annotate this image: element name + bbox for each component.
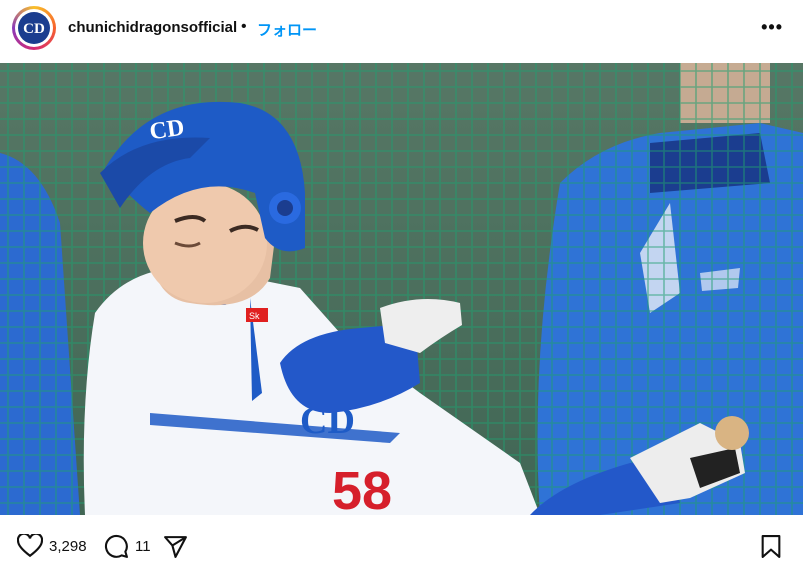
more-options-icon[interactable]: ••• — [761, 17, 783, 38]
avatar[interactable]: CD — [12, 6, 56, 50]
comment-icon[interactable] — [104, 534, 129, 559]
svg-text:Sk: Sk — [249, 311, 260, 321]
svg-text:CD: CD — [23, 21, 45, 37]
bookmark-group — [760, 534, 782, 559]
action-bar: 3,298 11 — [0, 515, 803, 568]
share-icon[interactable] — [163, 534, 188, 559]
heart-icon[interactable] — [17, 534, 43, 558]
bookmark-icon[interactable] — [760, 534, 782, 559]
helmet-logo: CD — [148, 115, 186, 146]
separator-dot: • — [241, 18, 247, 35]
uniform-number: 58 — [332, 461, 392, 515]
post-header: CD chunichidragonsofficial • フォロー ••• — [0, 0, 803, 63]
username-link[interactable]: chunichidragonsofficial — [68, 19, 237, 36]
follow-button[interactable]: フォロー — [257, 19, 317, 40]
comment-count: 11 — [135, 538, 151, 555]
like-group: 3,298 — [17, 534, 87, 558]
dragons-logo-icon: CD — [18, 12, 50, 44]
share-group — [163, 534, 188, 559]
post-photo[interactable]: CD CD Sk 58 CD — [0, 63, 803, 515]
like-count: 3,298 — [49, 537, 87, 555]
comment-group: 11 — [104, 534, 151, 559]
